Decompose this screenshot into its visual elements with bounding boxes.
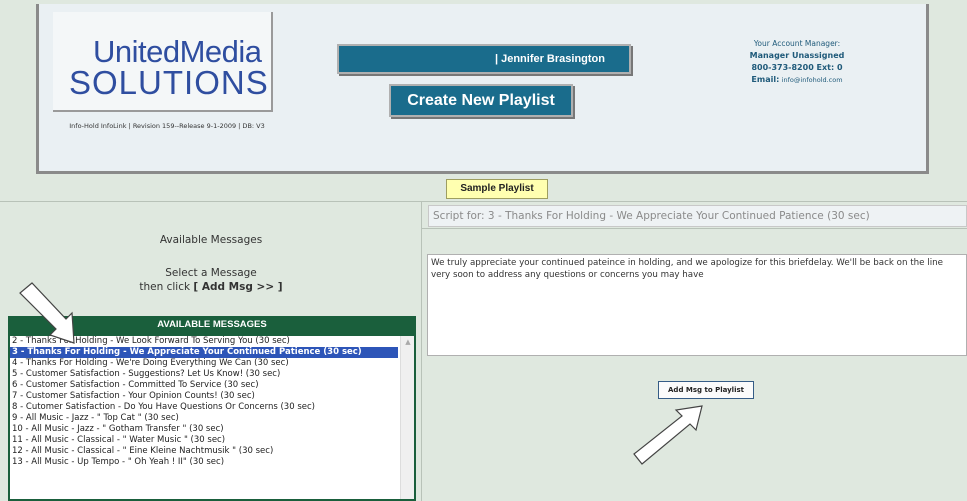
list-scrollbar[interactable]: ▲	[400, 336, 414, 499]
user-name: | Jennifer Brasington	[494, 53, 605, 65]
account-email-row: Email: info@infohold.com	[727, 74, 867, 86]
list-item[interactable]: 6 - Customer Satisfaction - Committed To…	[10, 380, 398, 391]
list-item[interactable]: 8 - Cutomer Satisfaction - Do You Have Q…	[10, 402, 398, 413]
logo-line2: SOLUTIONS	[69, 64, 269, 101]
instruction-then: then click	[139, 281, 194, 293]
script-textarea[interactable]: We truly appreciate your continued patei…	[427, 254, 967, 356]
messages-list[interactable]: 2 - Thanks For Holding - We Look Forward…	[8, 334, 416, 501]
revision-text: Info-Hold InfoLink | Revision 159--Relea…	[69, 122, 265, 130]
messages-list-items: 2 - Thanks For Holding - We Look Forward…	[10, 336, 414, 468]
list-item[interactable]: 3 - Thanks For Holding - We Appreciate Y…	[10, 347, 398, 358]
pointer-arrow-icon	[633, 405, 703, 465]
account-email-link[interactable]: info@infohold.com	[782, 76, 843, 84]
script-row: Script for: 3 - Thanks For Holding - We …	[0, 202, 967, 229]
script-row-left	[0, 202, 422, 229]
user-bar: | Jennifer Brasington	[337, 44, 631, 74]
header-panel: UnitedMedia SOLUTIONS Info-Hold InfoLink…	[36, 4, 929, 174]
available-messages-heading: Available Messages	[159, 234, 263, 246]
list-item[interactable]: 4 - Thanks For Holding - We're Doing Eve…	[10, 358, 398, 369]
list-item[interactable]: 5 - Customer Satisfaction - Suggestions?…	[10, 369, 398, 380]
account-label: Your Account Manager:	[753, 39, 841, 48]
instruction-bold: [ Add Msg >> ]	[193, 281, 283, 293]
list-item[interactable]: 11 - All Music - Classical - " Water Mus…	[10, 435, 398, 446]
account-manager-info: Your Account Manager: Manager Unassigned…	[727, 38, 867, 86]
script-title: Script for: 3 - Thanks For Holding - We …	[428, 205, 967, 227]
create-playlist-button[interactable]: Create New Playlist	[389, 84, 573, 117]
account-phone: 800-373-8200 Ext: 0	[751, 63, 843, 72]
list-item[interactable]: 13 - All Music - Up Tempo - " Oh Yeah ! …	[10, 457, 398, 468]
tab-sample-playlist[interactable]: Sample Playlist	[446, 179, 548, 199]
list-item[interactable]: 12 - All Music - Classical - " Eine Klei…	[10, 446, 398, 457]
account-email-label: Email:	[751, 75, 780, 84]
account-manager-name: Manager Unassigned	[749, 51, 845, 60]
available-messages-panel: Available Messages Select a Message then…	[0, 229, 422, 501]
pointer-arrow-icon	[19, 282, 75, 344]
logo: UnitedMedia SOLUTIONS	[53, 12, 273, 112]
list-item[interactable]: 7 - Customer Satisfaction - Your Opinion…	[10, 391, 398, 402]
add-msg-button[interactable]: Add Msg to Playlist	[658, 381, 754, 399]
list-item[interactable]: 9 - All Music - Jazz - " Top Cat " (30 s…	[10, 413, 398, 424]
playlist-tab-row: Sample Playlist	[0, 174, 967, 202]
list-item[interactable]: 10 - All Music - Jazz - " Gotham Transfe…	[10, 424, 398, 435]
scroll-up-icon[interactable]: ▲	[403, 337, 413, 347]
